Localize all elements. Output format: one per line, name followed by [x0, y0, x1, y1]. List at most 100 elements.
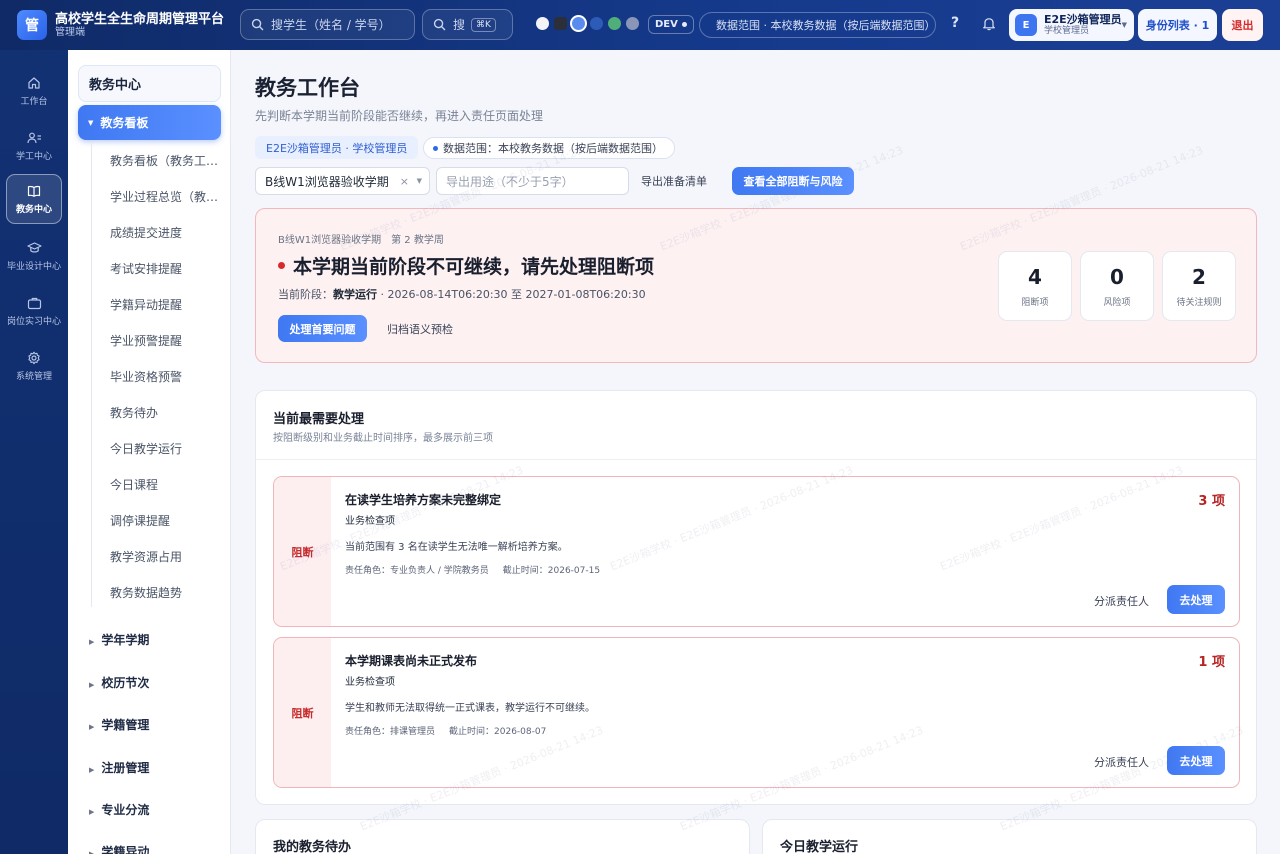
scope-tag: 数据范围：本校教务数据（按后端数据范围）	[423, 137, 675, 159]
page-subtitle: 先判断本学期当前阶段能否继续，再进入责任页面处理	[255, 109, 544, 123]
app-logo: 管	[17, 10, 47, 40]
subnav-group[interactable]: ▶ 学籍管理	[89, 716, 149, 733]
view-all-blockers-button[interactable]: 查看全部阻断与风险	[732, 167, 854, 195]
scope-tag-label: 数据范围：本校教务数据（按后端数据范围）	[443, 142, 663, 155]
divider	[256, 459, 1256, 460]
subnav-group-dashboard[interactable]: ▼ 教务看板	[78, 105, 221, 140]
subnav-group[interactable]: ▶ 学籍异动	[89, 843, 149, 854]
export-purpose-input[interactable]: 导出用途（不少于5字）	[436, 167, 629, 195]
search-icon	[433, 18, 446, 31]
issue-card: 阻断 在读学生培养方案未完整绑定 业务检查项 当前范围有 3 名在读学生无法唯一…	[273, 476, 1240, 627]
assign-owner-button[interactable]: 分派责任人	[1094, 593, 1149, 609]
phase-prefix: 当前阶段：	[278, 288, 333, 301]
export-checklist-button[interactable]: 导出准备清单	[641, 167, 707, 195]
subnav-item[interactable]: 教务看板（教务工作台）	[110, 152, 220, 169]
user-name: E2E沙箱管理员	[1044, 12, 1122, 26]
handle-first-issue-button[interactable]: 处理首要问题	[278, 315, 367, 342]
archive-precheck-button[interactable]: 归档语义预检	[387, 315, 453, 342]
my-todo-card: 我的教务待办	[255, 819, 750, 854]
subnav-item[interactable]: 学籍异动提醒	[110, 296, 220, 313]
rail-item-system[interactable]: 系统管理	[6, 341, 62, 391]
subnav-item[interactable]: 考试安排提醒	[110, 260, 220, 277]
issue-count: 3 项	[1198, 494, 1225, 509]
theme-navy-dot[interactable]	[590, 17, 603, 30]
subnav-item[interactable]: 今日教学运行	[110, 440, 220, 457]
issue-meta: 责任角色：排课管理员 截止时间：2026-08-07	[345, 724, 546, 737]
rail-item-internship[interactable]: 岗位实习中心	[6, 286, 62, 336]
bell-icon[interactable]	[982, 16, 996, 35]
panel-title: 当前最需要处理	[273, 412, 365, 427]
subnav-item[interactable]: 今日课程	[110, 476, 220, 493]
go-handle-button[interactable]: 去处理	[1167, 585, 1225, 614]
card-title: 今日教学运行	[780, 840, 859, 854]
subnav-item[interactable]: 教务数据趋势	[110, 584, 220, 601]
subnav-group-label: 校历节次	[101, 676, 150, 690]
status-dot	[278, 262, 285, 269]
theme-green-dot[interactable]	[608, 17, 621, 30]
help-icon[interactable]: ?	[951, 15, 959, 31]
chevron-down-icon: ▼	[1121, 21, 1127, 29]
issue-title: 本学期课表尚未正式发布	[345, 654, 478, 668]
theme-dark-dot[interactable]	[554, 17, 567, 30]
identity-list-button[interactable]: 身份列表 · 1	[1138, 9, 1217, 41]
issue-description: 学生和教师无法取得统一正式课表，教学运行不可继续。	[345, 703, 595, 714]
subnav-item[interactable]: 毕业资格预警	[110, 368, 220, 385]
search-icon	[251, 18, 264, 31]
stat-risks[interactable]: 0 风险项	[1080, 251, 1154, 321]
subnav-item[interactable]: 学业过程总览（教务）	[110, 188, 220, 205]
issue-type: 业务检查项	[345, 677, 395, 688]
rail-label: 学工中心	[15, 151, 52, 162]
panel-subtitle: 按阻断级别和业务截止时间排序，最多展示前三项	[273, 433, 493, 444]
caret-right-icon: ▶	[89, 808, 95, 816]
stat-watch-rules[interactable]: 2 待关注规则	[1162, 251, 1236, 321]
subnav-group[interactable]: ▶ 专业分流	[89, 801, 149, 818]
user-role: 学校管理员	[1044, 25, 1090, 36]
subnav-item[interactable]: 教学资源占用	[110, 548, 220, 565]
data-scope-pill[interactable]: 数据范围 · 本校教务数据（按后端数据范围）	[699, 12, 936, 38]
theme-gray-dot[interactable]	[626, 17, 639, 30]
assign-owner-button[interactable]: 分派责任人	[1094, 754, 1149, 770]
subnav-group[interactable]: ▶ 校历节次	[89, 674, 149, 691]
env-label: DEV	[655, 19, 678, 30]
priority-panel: 当前最需要处理 按阻断级别和业务截止时间排序，最多展示前三项 阻断 在读学生培养…	[255, 390, 1257, 805]
gear-icon	[28, 351, 40, 364]
theme-light-dot[interactable]	[536, 17, 549, 30]
user-menu[interactable]: E E2E沙箱管理员 学校管理员 ▼	[1009, 9, 1134, 41]
rail-item-student-affairs[interactable]: 学工中心	[6, 121, 62, 171]
subnav-group[interactable]: ▶ 学年学期	[89, 631, 149, 648]
caret-right-icon: ▶	[89, 638, 95, 646]
main-content: 教务工作台 先判断本学期当前阶段能否继续，再进入责任页面处理 E2E沙箱管理员 …	[231, 50, 1280, 854]
command-search-input[interactable]: 搜 ⌘K	[422, 9, 513, 40]
clear-icon[interactable]: ×	[400, 175, 409, 188]
today-ops-card: 今日教学运行	[762, 819, 1257, 854]
card-title: 我的教务待办	[273, 840, 352, 854]
issue-type: 业务检查项	[345, 516, 395, 527]
subnav-group[interactable]: ▶ 注册管理	[89, 759, 149, 776]
subnav-group-label: 学籍异动	[101, 845, 150, 854]
book-icon	[27, 185, 41, 197]
subnav-item[interactable]: 调停课提醒	[110, 512, 220, 529]
app-subtitle: 管理端	[55, 26, 85, 38]
brand[interactable]: 管 高校学生全生命周期管理平台 管理端	[0, 10, 236, 40]
issue-description: 当前范围有 3 名在读学生无法唯一解析培养方案。	[345, 542, 568, 553]
subnav-item[interactable]: 教务待办	[110, 404, 220, 421]
stat-label: 待关注规则	[1176, 297, 1222, 308]
rail-item-workbench[interactable]: 工作台	[6, 66, 62, 116]
rail-label: 毕业设计中心	[6, 261, 61, 272]
subnav-item[interactable]: 成绩提交进度	[110, 224, 220, 241]
avatar: E	[1015, 14, 1037, 36]
theme-blue-dot[interactable]	[572, 17, 585, 30]
stat-value: 4	[1028, 264, 1042, 289]
command-search-placeholder: 搜	[453, 18, 466, 32]
logout-button[interactable]: 退出	[1222, 9, 1263, 41]
rail-item-graduation[interactable]: 毕业设计中心	[6, 231, 62, 281]
env-badge: DEV	[648, 15, 694, 34]
subnav-item[interactable]: 学业预警提醒	[110, 332, 220, 349]
subnav-group-label: 学籍管理	[101, 718, 150, 732]
stat-blockers[interactable]: 4 阻断项	[998, 251, 1072, 321]
term-select[interactable]: B线W1浏览器验收学期 × ▼	[255, 167, 430, 195]
rail-item-academic[interactable]: 教务中心	[6, 174, 62, 224]
issue-count: 1 项	[1198, 655, 1225, 670]
go-handle-button[interactable]: 去处理	[1167, 746, 1225, 775]
student-search-input[interactable]: 搜学生（姓名 / 学号）	[240, 9, 415, 40]
